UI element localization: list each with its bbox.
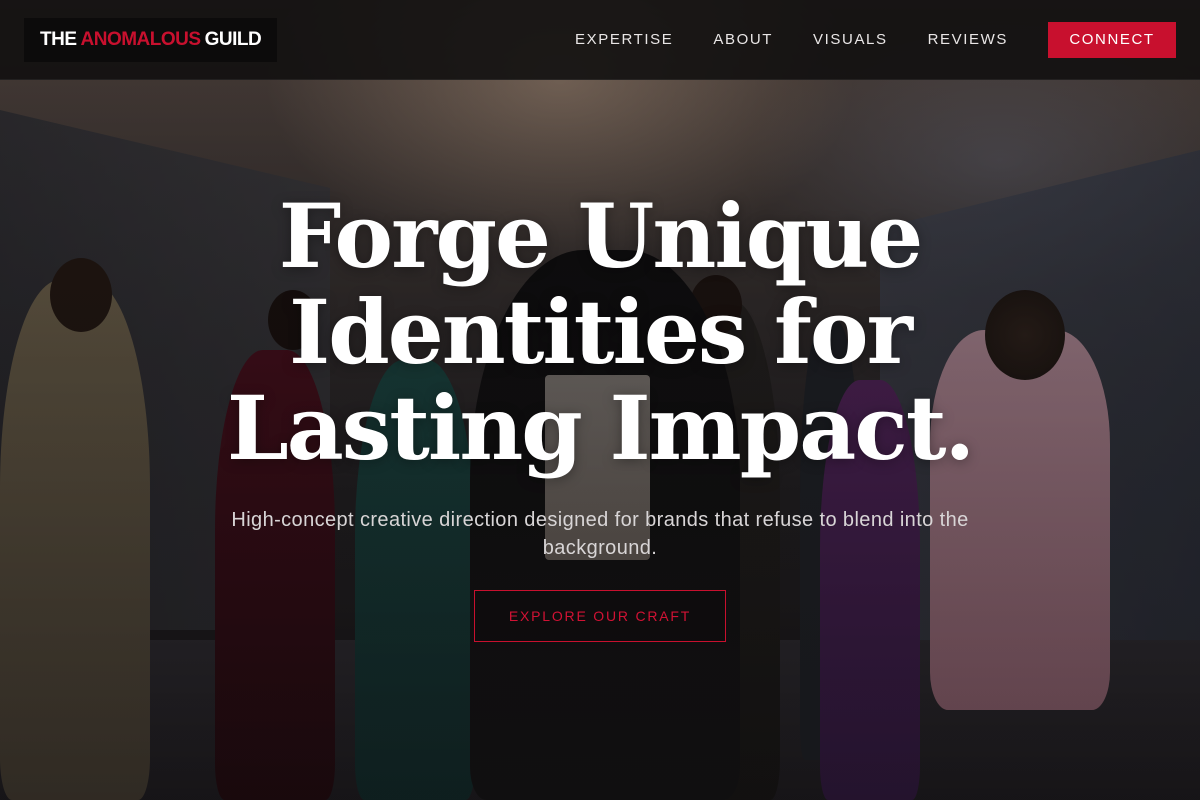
connect-button[interactable]: CONNECT bbox=[1048, 21, 1176, 58]
nav-link-expertise[interactable]: EXPERTISE bbox=[575, 31, 673, 48]
brand-logo-word-guild: GUILD bbox=[204, 28, 262, 50]
nav-link-visuals[interactable]: VISUALS bbox=[813, 31, 888, 48]
hero-title: Forge Unique Identities for Lasting Impa… bbox=[0, 188, 1200, 476]
nav-link-about[interactable]: ABOUT bbox=[713, 31, 773, 48]
nav-link-reviews[interactable]: REVIEWS bbox=[928, 31, 1008, 48]
hero-title-line: Forge Unique bbox=[278, 184, 924, 288]
hero-subtitle: High-concept creative direction designed… bbox=[231, 509, 969, 559]
main-nav: EXPERTISE ABOUT VISUALS REVIEWS CONNECT bbox=[575, 21, 1176, 58]
hero-section: Forge Unique Identities for Lasting Impa… bbox=[0, 188, 1200, 642]
brand-logo-word-anomalous: ANOMALOUS bbox=[80, 28, 202, 50]
brand-logo[interactable]: THE ANOMALOUS GUILD bbox=[24, 17, 278, 62]
brand-logo-word-the: THE bbox=[40, 28, 77, 50]
hero-title-line: Lasting Impact. bbox=[226, 376, 975, 480]
hero-title-line: Identities for bbox=[289, 280, 913, 384]
site-header: THE ANOMALOUS GUILD EXPERTISE ABOUT VISU… bbox=[0, 0, 1200, 80]
explore-craft-button[interactable]: EXPLORE OUR CRAFT bbox=[474, 590, 726, 642]
